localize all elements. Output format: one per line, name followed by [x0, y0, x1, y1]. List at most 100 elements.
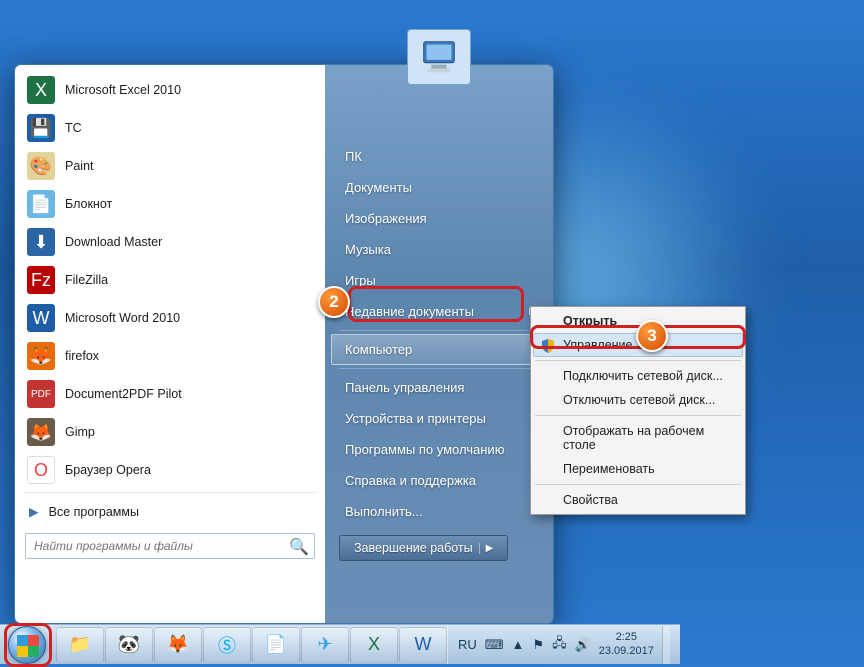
- program-item-doc2pdf[interactable]: PDFDocument2PDF Pilot: [17, 375, 323, 413]
- gimp-icon: 🦊: [27, 418, 55, 446]
- program-label: Блокнот: [65, 197, 112, 211]
- clock-time: 2:25: [599, 631, 654, 644]
- start-button-wrap: [0, 625, 54, 665]
- program-label: FileZilla: [65, 273, 108, 287]
- separator: [535, 360, 741, 361]
- separator: [535, 484, 741, 485]
- user-avatar[interactable]: [407, 29, 471, 85]
- filezilla-icon: Fz: [27, 266, 55, 294]
- notepad-icon: 📄: [27, 190, 55, 218]
- all-programs-label: Все программы: [49, 505, 139, 519]
- ctx-show-desktop[interactable]: Отображать на рабочем столе: [533, 419, 743, 457]
- program-item-tc[interactable]: 💾 TC: [17, 109, 323, 147]
- taskbar-firefox[interactable]: 🦊: [154, 627, 202, 663]
- right-item-run[interactable]: Выполнить...: [331, 496, 547, 527]
- separator: [339, 368, 539, 369]
- separator: [25, 492, 315, 493]
- search-icon[interactable]: 🔍: [289, 537, 309, 557]
- clock-date: 23.09.2017: [599, 645, 654, 658]
- program-label: TC: [65, 121, 82, 135]
- annotation-badge-2: 2: [318, 286, 350, 318]
- download-master-icon: ⬇: [27, 228, 55, 256]
- taskbar-excel[interactable]: X: [350, 627, 398, 663]
- ctx-unmap-drive[interactable]: Отключить сетевой диск...: [533, 388, 743, 412]
- program-label: firefox: [65, 349, 99, 363]
- shield-icon: [540, 338, 556, 354]
- excel-icon: X: [368, 634, 380, 655]
- tray-chevron-up-icon[interactable]: ▲: [512, 637, 525, 652]
- program-item-notepad[interactable]: 📄 Блокнот: [17, 185, 323, 223]
- folder-icon: 📁: [69, 634, 91, 655]
- paint-icon: 🎨: [27, 152, 55, 180]
- language-indicator[interactable]: RU: [458, 637, 477, 652]
- word-icon: W: [27, 304, 55, 332]
- show-desktop-button[interactable]: [662, 626, 670, 664]
- shutdown-area: Завершение работы▶: [331, 527, 547, 569]
- all-programs-button[interactable]: ▶ Все программы: [17, 496, 323, 527]
- taskbar-notepad[interactable]: 📄: [252, 627, 300, 663]
- taskbar: 📁 🐼 🦊 Ⓢ 📄 ✈ X W RU ⌨ ▲ ⚑ 🖧 🔊 2:25 23.09.…: [0, 624, 680, 664]
- taskbar-explorer[interactable]: 📁: [56, 627, 104, 663]
- start-menu-right-pane: ПК Документы Изображения Музыка Игры Нед…: [325, 65, 553, 623]
- ctx-rename[interactable]: Переименовать: [533, 457, 743, 481]
- pdf-icon: PDF: [27, 380, 55, 408]
- program-item-opera[interactable]: O Браузер Opera: [17, 451, 323, 489]
- program-item-excel[interactable]: X Microsoft Excel 2010: [17, 71, 323, 109]
- taskbar-telegram[interactable]: ✈: [301, 627, 349, 663]
- tc-icon: 💾: [27, 114, 55, 142]
- program-item-word[interactable]: W Microsoft Word 2010: [17, 299, 323, 337]
- program-label: Браузер Opera: [65, 463, 151, 477]
- telegram-icon: ✈: [317, 634, 332, 655]
- ctx-map-drive[interactable]: Подключить сетевой диск...: [533, 364, 743, 388]
- chevron-right-icon: ▶: [479, 543, 494, 554]
- program-item-paint[interactable]: 🎨 Paint: [17, 147, 323, 185]
- taskbar-word[interactable]: W: [399, 627, 447, 663]
- separator: [339, 330, 539, 331]
- notepad-icon: 📄: [265, 634, 287, 655]
- start-button[interactable]: [8, 626, 46, 664]
- program-label: Microsoft Word 2010: [65, 311, 180, 325]
- right-item-devices[interactable]: Устройства и принтеры: [331, 403, 547, 434]
- program-item-firefox[interactable]: 🦊firefox: [17, 337, 323, 375]
- chevron-right-icon: ▶: [29, 504, 39, 519]
- right-item-games[interactable]: Игры: [331, 265, 547, 296]
- taskbar-pinned: 📁 🐼 🦊 Ⓢ 📄 ✈ X W: [56, 625, 447, 664]
- opera-icon: O: [27, 456, 55, 484]
- program-label: Paint: [65, 159, 94, 173]
- program-item-gimp[interactable]: 🦊 Gimp: [17, 413, 323, 451]
- right-item-control-panel[interactable]: Панель управления: [331, 372, 547, 403]
- tray-volume-icon[interactable]: 🔊: [575, 637, 591, 653]
- right-item-documents[interactable]: Документы: [331, 172, 547, 203]
- right-item-defaults[interactable]: Программы по умолчанию: [331, 434, 547, 465]
- program-label: Gimp: [65, 425, 95, 439]
- tray-network-icon[interactable]: 🖧: [552, 634, 567, 656]
- tray-keyboard-icon[interactable]: ⌨: [485, 637, 504, 653]
- excel-icon: X: [27, 76, 55, 104]
- tray-clock[interactable]: 2:25 23.09.2017: [599, 631, 654, 657]
- ctx-properties[interactable]: Свойства: [533, 488, 743, 512]
- separator: [535, 415, 741, 416]
- skype-icon: Ⓢ: [218, 632, 236, 658]
- right-item-images[interactable]: Изображения: [331, 203, 547, 234]
- program-label: Microsoft Excel 2010: [65, 83, 181, 97]
- shutdown-button[interactable]: Завершение работы▶: [339, 535, 508, 561]
- right-item-help[interactable]: Справка и поддержка: [331, 465, 547, 496]
- annotation-badge-3: 3: [636, 320, 668, 352]
- firefox-icon: 🦊: [167, 634, 189, 655]
- taskbar-skype[interactable]: Ⓢ: [203, 627, 251, 663]
- right-item-computer[interactable]: Компьютер: [331, 334, 547, 365]
- panda-icon: 🐼: [118, 634, 140, 655]
- start-menu-left-pane: X Microsoft Excel 2010 💾 TC 🎨 Paint 📄 Блокно…: [15, 65, 325, 623]
- program-item-filezilla[interactable]: Fz FileZilla: [17, 261, 323, 299]
- right-item-pc[interactable]: ПК: [331, 141, 547, 172]
- taskbar-app-1[interactable]: 🐼: [105, 627, 153, 663]
- computer-icon: [416, 37, 462, 77]
- start-menu: X Microsoft Excel 2010 💾 TC 🎨 Paint 📄 Блокно…: [14, 64, 554, 624]
- program-item-download-master[interactable]: ⬇ Download Master: [17, 223, 323, 261]
- right-item-recent[interactable]: Недавние документы▶: [331, 296, 547, 327]
- program-label: Download Master: [65, 235, 162, 249]
- search-input[interactable]: [25, 533, 315, 559]
- right-item-music[interactable]: Музыка: [331, 234, 547, 265]
- system-tray: RU ⌨ ▲ ⚑ 🖧 🔊 2:25 23.09.2017: [447, 625, 680, 664]
- tray-action-center-icon[interactable]: ⚑: [532, 637, 544, 653]
